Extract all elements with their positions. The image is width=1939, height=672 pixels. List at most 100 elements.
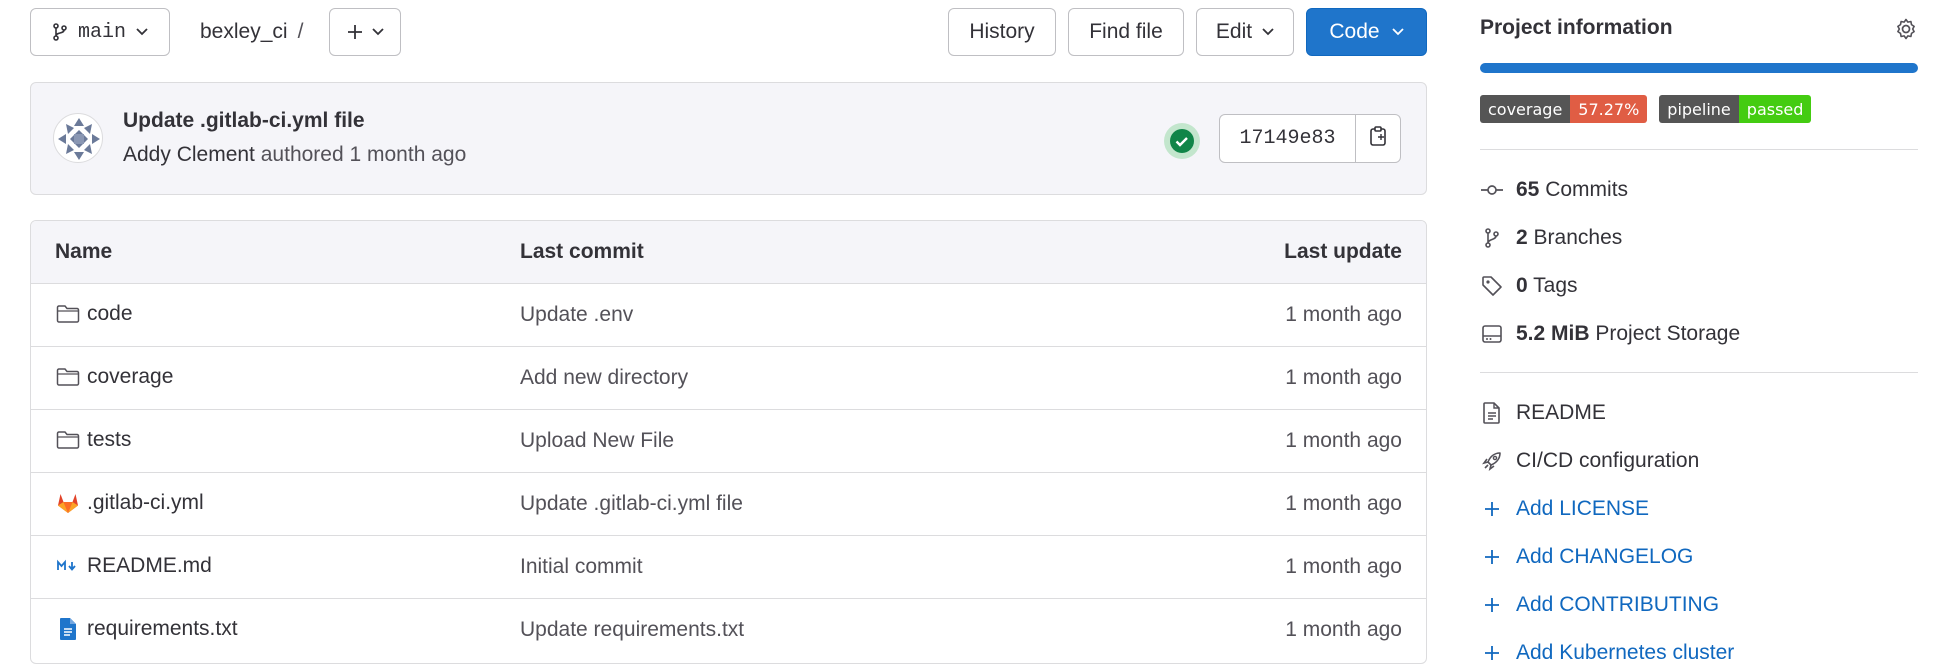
history-button[interactable]: History <box>948 8 1056 56</box>
branch-selector[interactable]: main <box>30 8 170 56</box>
add-to-tree-button[interactable] <box>329 8 401 56</box>
file-name-cell[interactable]: README.md <box>55 554 212 578</box>
gear-icon[interactable] <box>1894 17 1918 46</box>
file-last-commit[interactable]: Update .env <box>520 303 633 327</box>
file-last-update: 1 month ago <box>1285 366 1402 389</box>
avatar[interactable] <box>53 113 103 163</box>
add-changelog-link[interactable]: Add CHANGELOG <box>1480 545 1693 569</box>
text-file-icon <box>55 617 81 641</box>
language-bar-fill <box>1480 63 1918 73</box>
folder-icon <box>55 428 81 452</box>
tags-stat[interactable]: 0 Tags <box>1480 274 1578 298</box>
commit-meta: Addy Clement authored 1 month ago <box>123 143 466 167</box>
table-row[interactable]: tests Upload New File 1 month ago <box>31 410 1426 473</box>
commit-sha[interactable]: 17149e83 <box>1220 115 1356 162</box>
chevron-down-icon <box>1262 28 1274 36</box>
clipboard-icon <box>1368 125 1388 152</box>
file-name[interactable]: code <box>87 302 133 326</box>
file-name[interactable]: .gitlab-ci.yml <box>87 491 204 515</box>
file-last-commit[interactable]: Update requirements.txt <box>520 618 744 642</box>
divider <box>1480 149 1918 150</box>
branches-stat[interactable]: 2 Branches <box>1480 226 1622 250</box>
table-row[interactable]: requirements.txt Update requirements.txt… <box>31 599 1426 663</box>
add-contributing-link[interactable]: Add CONTRIBUTING <box>1480 593 1719 617</box>
commit-title[interactable]: Update .gitlab-ci.yml file <box>123 109 365 133</box>
document-icon <box>1480 402 1504 424</box>
link-label: README <box>1516 401 1606 424</box>
stat-count: 5.2 MiB <box>1516 322 1590 345</box>
file-name[interactable]: coverage <box>87 365 173 389</box>
table-row[interactable]: code Update .env 1 month ago <box>31 284 1426 347</box>
stat-count: 2 <box>1516 226 1528 249</box>
badge-key: pipeline <box>1659 95 1739 123</box>
commit-author[interactable]: Addy Clement <box>123 143 255 166</box>
link-label: Add CHANGELOG <box>1516 545 1694 568</box>
badge-key: coverage <box>1480 95 1571 123</box>
table-row[interactable]: coverage Add new directory 1 month ago <box>31 347 1426 410</box>
header-name: Name <box>55 240 113 263</box>
breadcrumb: bexley_ci / <box>200 20 303 44</box>
stat-text: Commits <box>1545 178 1629 201</box>
file-name-cell[interactable]: requirements.txt <box>55 617 238 641</box>
file-name-cell[interactable]: code <box>55 302 133 326</box>
storage-icon <box>1480 324 1504 344</box>
add-license-link[interactable]: Add LICENSE <box>1480 497 1649 521</box>
link-label: Add CONTRIBUTING <box>1516 593 1720 616</box>
table-row[interactable]: README.md Initial commit 1 month ago <box>31 536 1426 599</box>
cicd-configuration-link[interactable]: CI/CD configuration <box>1480 449 1699 473</box>
stat-count: 0 <box>1516 274 1528 297</box>
folder-icon <box>55 365 81 389</box>
branch-icon <box>1480 228 1504 248</box>
project-badges: coverage 57.27% pipeline passed <box>1480 95 1812 123</box>
plus-icon <box>1480 500 1504 518</box>
stat-label: 0 Tags <box>1516 274 1578 298</box>
code-button[interactable]: Code <box>1306 8 1427 56</box>
find-file-button[interactable]: Find file <box>1068 8 1184 56</box>
file-last-commit[interactable]: Add new directory <box>520 366 688 390</box>
file-last-update: 1 month ago <box>1285 555 1402 578</box>
table-header: Name Last commit Last update <box>31 221 1426 284</box>
breadcrumb-project[interactable]: bexley_ci <box>200 20 288 43</box>
stat-text: Project Storage <box>1595 322 1741 345</box>
pipeline-status-icon[interactable] <box>1164 123 1200 159</box>
link-label: CI/CD configuration <box>1516 449 1700 472</box>
file-name[interactable]: README.md <box>87 554 212 578</box>
link-label: Add Kubernetes cluster <box>1516 641 1735 664</box>
repo-toolbar: main bexley_ci / History Find file Edit C… <box>30 8 1427 58</box>
stat-label: 5.2 MiB Project Storage <box>1516 322 1740 346</box>
file-name[interactable]: tests <box>87 428 131 452</box>
branch-icon <box>52 23 68 41</box>
pipeline-badge[interactable]: pipeline passed <box>1659 95 1812 123</box>
commits-stat[interactable]: 65 Commits <box>1480 178 1628 202</box>
markdown-icon <box>55 554 81 578</box>
folder-icon <box>55 302 81 326</box>
file-name-cell[interactable]: tests <box>55 428 131 452</box>
file-name[interactable]: requirements.txt <box>87 617 238 641</box>
file-name-cell[interactable]: .gitlab-ci.yml <box>55 491 204 515</box>
last-commit-box: Update .gitlab-ci.yml file Addy Clement … <box>30 82 1427 195</box>
divider <box>1480 372 1918 373</box>
stat-count: 65 <box>1516 178 1540 201</box>
plus-icon <box>1480 548 1504 566</box>
repository-language-bar[interactable] <box>1480 63 1918 73</box>
file-name-cell[interactable]: coverage <box>55 365 173 389</box>
chevron-down-icon <box>136 28 148 36</box>
readme-link[interactable]: README <box>1480 401 1606 425</box>
coverage-badge[interactable]: coverage 57.27% <box>1480 95 1648 123</box>
badge-value: 57.27% <box>1570 95 1648 123</box>
chevron-down-icon <box>1391 28 1404 36</box>
code-button-label: Code <box>1329 20 1380 43</box>
file-last-commit[interactable]: Initial commit <box>520 555 643 579</box>
edit-button-label: Edit <box>1215 20 1253 43</box>
copy-sha-button[interactable] <box>1356 115 1400 162</box>
commit-action: authored <box>260 143 344 166</box>
file-last-commit[interactable]: Update .gitlab-ci.yml file <box>520 492 743 516</box>
edit-button[interactable]: Edit <box>1196 8 1294 56</box>
storage-stat[interactable]: 5.2 MiB Project Storage <box>1480 322 1740 346</box>
file-last-commit[interactable]: Upload New File <box>520 429 674 453</box>
add-kubernetes-cluster-link[interactable]: Add Kubernetes cluster <box>1480 641 1734 665</box>
file-last-update: 1 month ago <box>1285 618 1402 641</box>
breadcrumb-separator: / <box>297 20 304 43</box>
file-tree-table: Name Last commit Last update code Update… <box>30 220 1427 664</box>
table-row[interactable]: .gitlab-ci.yml Update .gitlab-ci.yml fil… <box>31 473 1426 536</box>
